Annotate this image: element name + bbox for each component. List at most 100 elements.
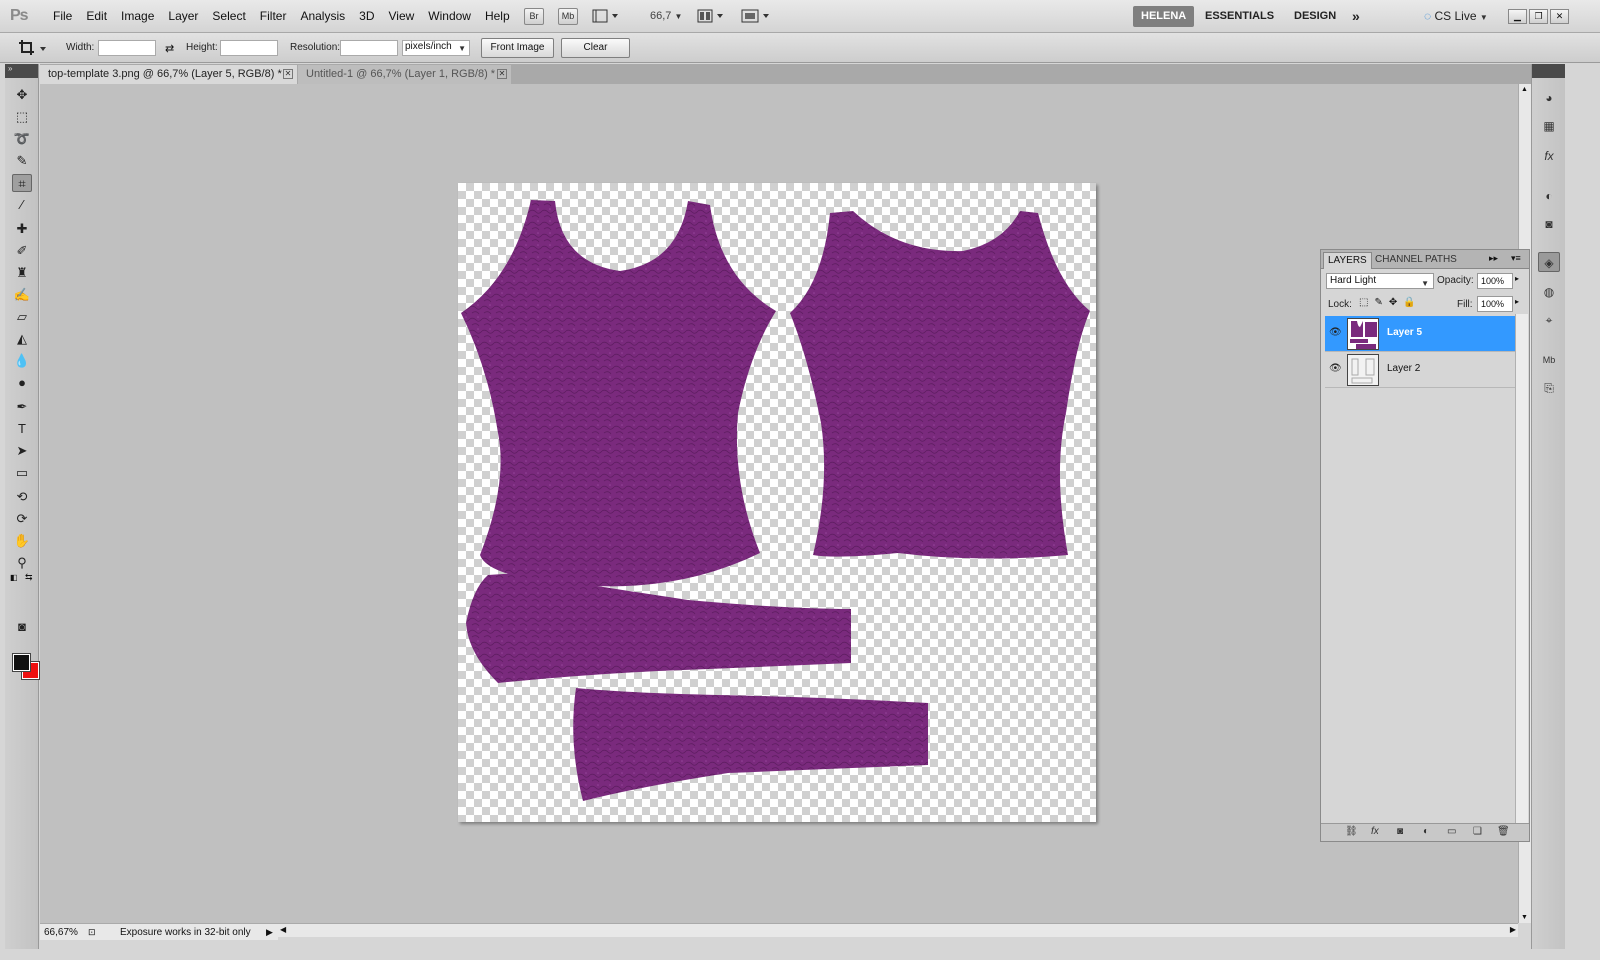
eyedropper-tool-icon[interactable]: ⁄ xyxy=(12,196,32,214)
type-tool-icon[interactable]: T xyxy=(12,420,32,438)
bridge-button[interactable]: Br xyxy=(524,8,544,25)
marquee-tool-icon[interactable]: ⬚ xyxy=(12,108,32,126)
lock-all-icon[interactable]: 🔒 xyxy=(1403,297,1421,308)
width-input[interactable] xyxy=(98,40,156,56)
screen-mode-menu[interactable] xyxy=(741,8,773,27)
swap-colors-icon[interactable]: ⇆ xyxy=(25,572,33,583)
new-group-icon[interactable]: ▭ xyxy=(1447,826,1456,837)
opacity-input[interactable]: 100% xyxy=(1477,273,1513,289)
workspace-helena[interactable]: HELENA xyxy=(1133,6,1195,27)
mini-bridge-panel-icon[interactable]: Mb xyxy=(1538,350,1560,370)
menu-help[interactable]: Help xyxy=(478,9,517,23)
adjustment-layer-icon[interactable]: ◐ xyxy=(1423,826,1429,837)
scroll-left-icon[interactable]: ◀ xyxy=(280,925,286,934)
layer-style-icon[interactable]: fx xyxy=(1371,826,1379,837)
menu-view[interactable]: View xyxy=(381,9,421,23)
status-info-icon[interactable]: ⊡ xyxy=(88,927,96,938)
layer-row-layer-2[interactable]: 👁 Layer 2 xyxy=(1325,352,1515,388)
panel-collapse-icon[interactable]: » xyxy=(5,64,38,78)
more-workspaces-button[interactable]: » xyxy=(1344,6,1368,27)
paint-bucket-tool-icon[interactable]: ◭ xyxy=(12,330,32,348)
foreground-color-swatch[interactable] xyxy=(12,653,31,672)
delete-layer-icon[interactable]: 🗑 xyxy=(1497,826,1510,837)
close-icon[interactable]: ✕ xyxy=(283,69,293,79)
hand-tool-icon[interactable]: ✋ xyxy=(12,532,32,550)
tab-paths[interactable]: PATHS xyxy=(1421,252,1461,269)
healing-brush-tool-icon[interactable]: ✚ xyxy=(12,220,32,238)
color-panel-icon[interactable]: ◕ xyxy=(1538,88,1560,108)
workspace-essentials[interactable]: ESSENTIALS xyxy=(1197,6,1282,27)
status-zoom[interactable]: 66,67% xyxy=(44,927,78,938)
quick-selection-tool-icon[interactable]: ✎ xyxy=(12,152,32,170)
layers-panel-icon[interactable]: ◈ xyxy=(1538,252,1560,272)
scroll-up-icon[interactable]: ▲ xyxy=(1521,86,1528,93)
quick-mask-icon[interactable]: ◙ xyxy=(12,618,32,636)
menu-analysis[interactable]: Analysis xyxy=(293,9,352,23)
default-colors-icon[interactable]: ◧ xyxy=(10,573,18,582)
scroll-down-icon[interactable]: ▼ xyxy=(1521,914,1528,921)
tab-layers[interactable]: LAYERS xyxy=(1323,252,1372,269)
masks-panel-icon[interactable]: ◙ xyxy=(1538,214,1560,234)
tab-top-template[interactable]: top-template 3.png @ 66,7% (Layer 5, RGB… xyxy=(40,65,297,84)
scroll-right-icon[interactable]: ▶ xyxy=(1510,925,1516,934)
eraser-tool-icon[interactable]: ▱ xyxy=(12,308,32,326)
brush-tool-icon[interactable]: ✐ xyxy=(12,242,32,260)
layer-row-layer-5[interactable]: 👁 Layer 5 xyxy=(1325,316,1515,352)
status-menu-arrow-icon[interactable]: ▶ xyxy=(266,927,273,938)
document-canvas[interactable] xyxy=(458,183,1096,822)
lock-image-icon[interactable]: ✎ xyxy=(1374,297,1388,308)
canvas-area[interactable] xyxy=(40,84,1518,923)
lasso-tool-icon[interactable]: ➰ xyxy=(12,130,32,148)
zoom-tool-icon[interactable]: ⚲ xyxy=(12,554,32,572)
close-icon[interactable]: ✕ xyxy=(1550,9,1569,24)
horizontal-scrollbar[interactable]: ◀ ▶ xyxy=(278,923,1518,937)
menu-filter[interactable]: Filter xyxy=(253,9,294,23)
front-image-button[interactable]: Front Image xyxy=(481,38,554,58)
adjustments-panel-icon[interactable]: ◐ xyxy=(1538,186,1560,206)
close-icon[interactable]: ✕ xyxy=(497,69,507,79)
menu-layer[interactable]: Layer xyxy=(161,9,205,23)
3d-panel-icon[interactable]: ◍ xyxy=(1538,282,1560,302)
history-brush-tool-icon[interactable]: ✍ xyxy=(12,286,32,304)
cs-live-menu[interactable]: ◌ CS Live ▼ xyxy=(1424,9,1488,23)
blur-tool-icon[interactable]: 💧 xyxy=(12,352,32,370)
menu-file[interactable]: File xyxy=(46,9,79,23)
path-selection-tool-icon[interactable]: ➤ xyxy=(12,442,32,460)
rectangle-tool-icon[interactable]: ▭ xyxy=(12,464,32,482)
visibility-eye-icon[interactable]: 👁 xyxy=(1329,327,1342,338)
3d-rotate-tool-icon[interactable]: ⟲ xyxy=(12,488,32,506)
move-tool-icon[interactable]: ✥ xyxy=(12,86,32,104)
history-panel-icon[interactable]: ⎘ xyxy=(1538,378,1560,398)
dodge-tool-icon[interactable]: ● xyxy=(12,374,32,392)
new-layer-icon[interactable]: ❏ xyxy=(1473,826,1482,837)
styles-panel-icon[interactable]: fx xyxy=(1538,146,1560,166)
arrange-documents-menu[interactable] xyxy=(697,8,725,27)
extras-menu[interactable] xyxy=(592,8,620,27)
crop-tool-icon[interactable]: ⌗ xyxy=(12,174,32,192)
panel-menu-icon[interactable]: ▾≡ xyxy=(1511,253,1521,264)
lock-position-icon[interactable]: ✥ xyxy=(1389,297,1403,308)
crop-tool-preset[interactable] xyxy=(18,39,50,60)
blend-mode-select[interactable]: Hard Light ▼ xyxy=(1326,273,1434,289)
dock-collapse-icon[interactable] xyxy=(1532,64,1565,78)
tab-channels[interactable]: CHANNEL xyxy=(1371,252,1427,269)
lock-transparent-icon[interactable]: ⬚ xyxy=(1359,297,1374,308)
menu-image[interactable]: Image xyxy=(114,9,161,23)
workspace-design[interactable]: DESIGN xyxy=(1286,6,1344,27)
layer-name[interactable]: Layer 2 xyxy=(1387,363,1420,374)
clone-stamp-tool-icon[interactable]: ♜ xyxy=(12,264,32,282)
visibility-eye-icon[interactable]: 👁 xyxy=(1329,363,1342,374)
zoom-level[interactable]: 66,7 ▼ xyxy=(650,10,682,22)
menu-select[interactable]: Select xyxy=(205,9,252,23)
resolution-units-select[interactable]: pixels/inch ▼ xyxy=(402,40,470,56)
layer-name[interactable]: Layer 5 xyxy=(1387,327,1422,338)
menu-edit[interactable]: Edit xyxy=(79,9,114,23)
fill-input[interactable]: 100% xyxy=(1477,296,1513,312)
clear-button[interactable]: Clear xyxy=(561,38,630,58)
add-mask-icon[interactable]: ◙ xyxy=(1397,826,1403,837)
height-input[interactable] xyxy=(220,40,278,56)
tab-untitled-1[interactable]: Untitled-1 @ 66,7% (Layer 1, RGB/8) * ✕ xyxy=(298,65,511,84)
fill-slider-arrow-icon[interactable]: ▸ xyxy=(1515,297,1519,306)
3d-orbit-tool-icon[interactable]: ⟳ xyxy=(12,510,32,528)
layers-scrollbar[interactable] xyxy=(1515,314,1528,824)
